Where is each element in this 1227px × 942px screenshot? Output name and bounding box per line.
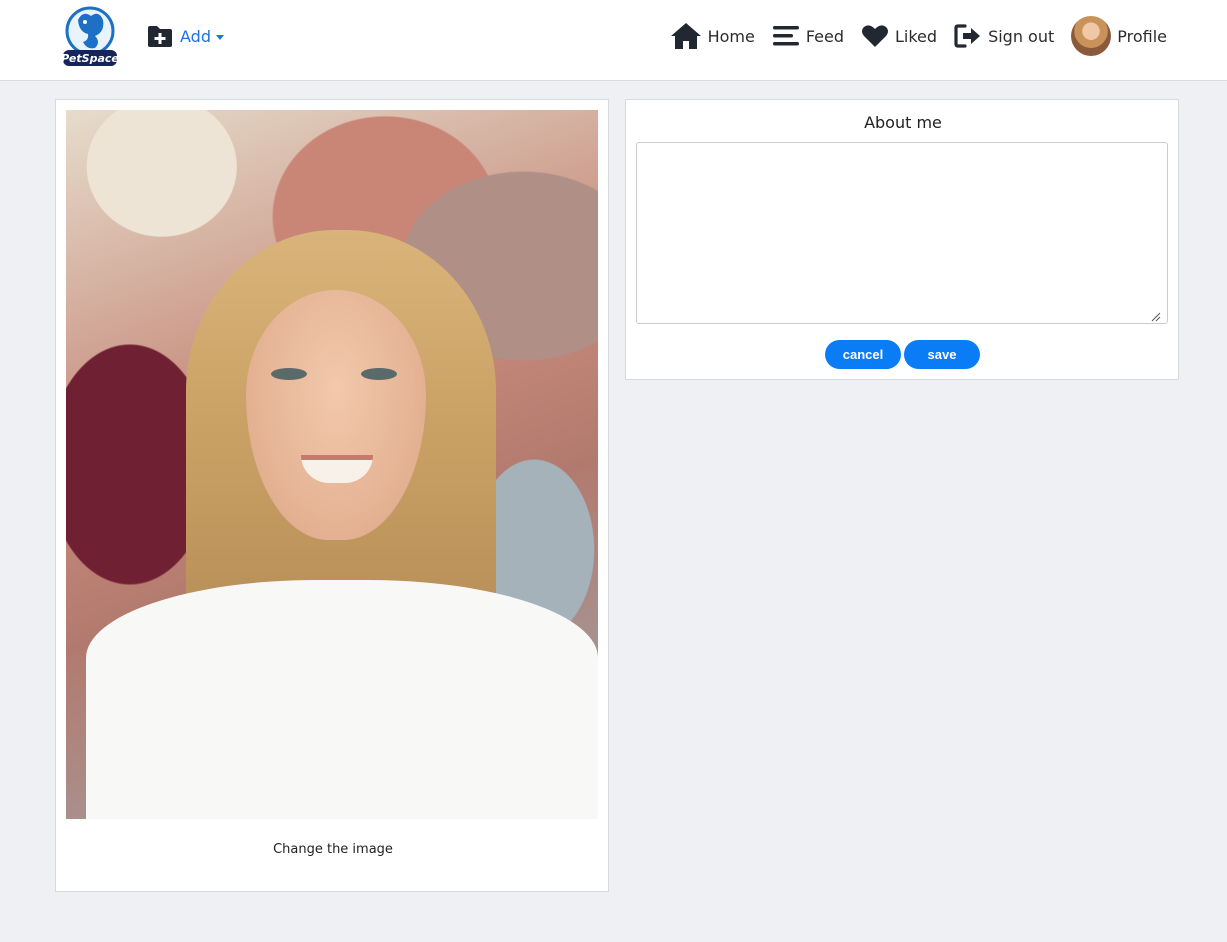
nav-liked[interactable]: Liked [861, 24, 937, 48]
profile-photo [66, 110, 598, 819]
profile-image-card: Change the image [55, 99, 609, 892]
change-image-link[interactable]: Change the image [56, 842, 610, 857]
nav-feed-label: Feed [805, 26, 844, 46]
about-me-textarea[interactable] [636, 142, 1168, 324]
folder-plus-icon [148, 26, 172, 47]
photo-eye-left [271, 368, 307, 380]
svg-text:PetSpace: PetSpace [61, 52, 119, 65]
add-label: Add [180, 26, 211, 46]
nav-feed[interactable]: Feed [772, 24, 844, 48]
save-button[interactable]: save [904, 340, 980, 369]
home-icon [670, 23, 701, 49]
resize-handle-icon[interactable] [1151, 312, 1161, 322]
sign-out-icon [954, 24, 981, 48]
about-me-card: About me cancel save [625, 99, 1179, 380]
nav-links: Home Feed Liked Sign out Profile [653, 16, 1167, 56]
petspace-logo[interactable]: PetSpace [61, 6, 119, 68]
top-navbar: PetSpace Add Home Feed Liked Sign out Pr… [0, 0, 1227, 81]
cancel-button[interactable]: cancel [825, 340, 901, 369]
nav-profile-label: Profile [1117, 26, 1167, 46]
menu-icon [772, 26, 799, 46]
about-me-title: About me [864, 113, 942, 132]
photo-eye-right [361, 368, 397, 380]
nav-home-label: Home [707, 26, 755, 46]
heart-icon [862, 25, 888, 47]
nav-home[interactable]: Home [670, 22, 755, 50]
avatar [1071, 16, 1112, 56]
nav-profile[interactable]: Profile [1071, 16, 1167, 56]
nav-liked-label: Liked [895, 26, 938, 46]
nav-sign-out[interactable]: Sign out [954, 23, 1054, 49]
chevron-down-icon [215, 34, 224, 40]
nav-sign-out-label: Sign out [988, 26, 1055, 46]
photo-shirt [86, 580, 598, 819]
add-dropdown[interactable]: Add [147, 22, 224, 50]
